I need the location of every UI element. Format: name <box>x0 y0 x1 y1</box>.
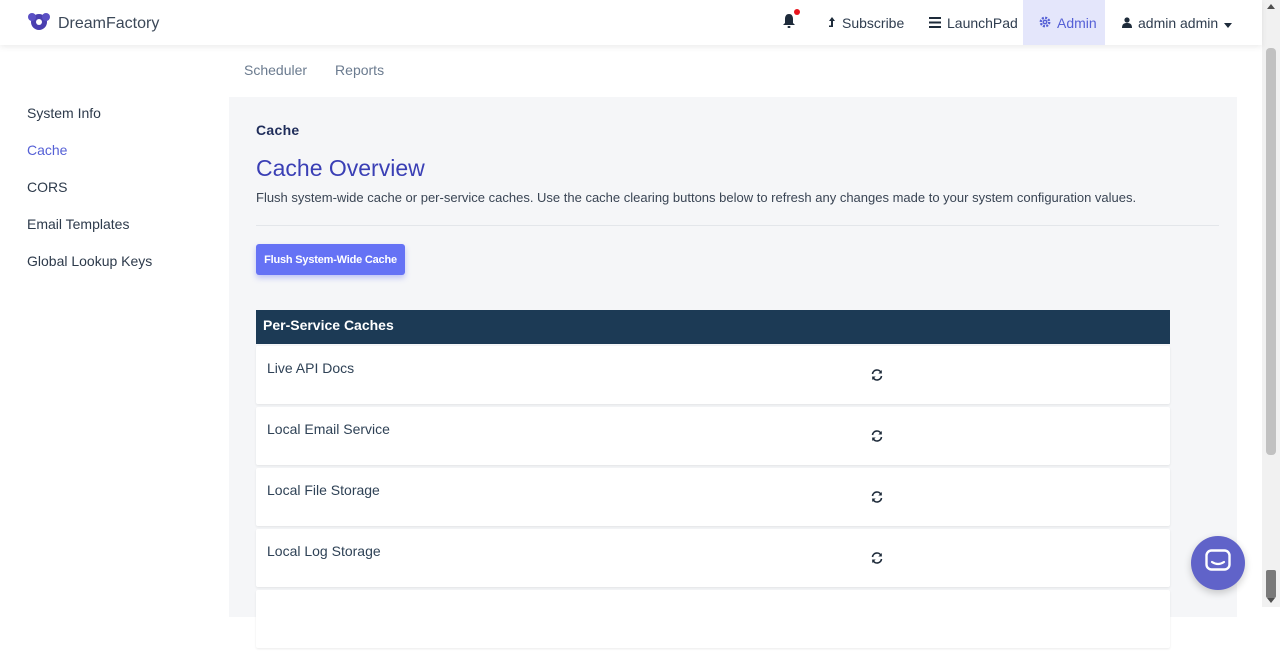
tab-reports[interactable]: Reports <box>335 62 384 78</box>
sidebar-item-global-lookup-keys[interactable]: Global Lookup Keys <box>27 253 152 290</box>
scroll-down-arrow[interactable] <box>1267 598 1275 603</box>
divider <box>256 225 1219 226</box>
gear-icon <box>1039 15 1051 31</box>
sidebar-item-system-info[interactable]: System Info <box>27 105 152 142</box>
refresh-icon[interactable] <box>869 489 885 505</box>
page-description: Flush system-wide cache or per-service c… <box>256 190 1137 205</box>
launchpad-link[interactable]: LaunchPad <box>929 0 1018 45</box>
service-cache-list: Live API Docs Local Email Service Local … <box>256 346 1170 651</box>
admin-link[interactable]: Admin <box>1023 0 1105 45</box>
service-row-partial <box>256 590 1170 648</box>
refresh-icon[interactable] <box>869 367 885 383</box>
scroll-thumb[interactable] <box>1266 48 1276 455</box>
cache-panel: Cache Cache Overview Flush system-wide c… <box>229 97 1237 648</box>
sidebar-item-email-templates[interactable]: Email Templates <box>27 216 152 253</box>
chat-icon <box>1205 548 1231 578</box>
subscribe-link[interactable]: Subscribe <box>828 0 904 45</box>
top-navbar: DreamFactory Subscribe LaunchPad Admin a… <box>0 0 1262 45</box>
service-name: Local Log Storage <box>267 543 381 559</box>
notifications-button[interactable] <box>774 0 804 45</box>
bars-icon <box>929 15 941 31</box>
flush-system-cache-button[interactable]: Flush System-Wide Cache <box>256 244 405 275</box>
config-sidebar: System Info Cache CORS Email Templates G… <box>27 105 152 290</box>
caret-down-icon <box>1224 15 1233 31</box>
tab-scheduler[interactable]: Scheduler <box>244 62 307 78</box>
service-name: Live API Docs <box>267 360 355 376</box>
bell-icon <box>782 13 796 32</box>
service-row: Live API Docs <box>256 346 1170 404</box>
user-name: admin admin <box>1138 14 1219 31</box>
brand-name: DreamFactory <box>58 14 160 32</box>
notification-badge <box>794 9 800 15</box>
scroll-thumb-secondary[interactable] <box>1266 570 1276 598</box>
subscribe-label: Subscribe <box>842 14 905 31</box>
service-row: Local File Storage <box>256 468 1170 526</box>
page-scrollbar[interactable] <box>1262 0 1280 607</box>
launchpad-label: LaunchPad <box>947 14 1018 31</box>
per-service-caches-header: Per-Service Caches <box>256 310 1170 344</box>
page-title: Cache Overview <box>256 155 425 181</box>
admin-label: Admin <box>1057 14 1097 31</box>
service-name: Local File Storage <box>267 482 380 498</box>
sidebar-item-cors[interactable]: CORS <box>27 179 152 216</box>
scroll-up-arrow[interactable] <box>1267 4 1275 9</box>
sub-tabs: Scheduler Reports <box>244 62 384 78</box>
service-row: Local Email Service <box>256 407 1170 465</box>
section-label: Cache <box>256 122 300 138</box>
brand[interactable]: DreamFactory <box>26 10 159 37</box>
refresh-icon[interactable] <box>869 428 885 444</box>
upload-arrow-icon <box>828 15 836 31</box>
user-icon <box>1122 15 1132 31</box>
chat-launcher-button[interactable] <box>1191 536 1245 590</box>
sidebar-item-cache[interactable]: Cache <box>27 142 152 179</box>
user-menu[interactable]: admin admin <box>1122 0 1233 45</box>
service-name: Local Email Service <box>267 421 390 437</box>
service-row: Local Log Storage <box>256 529 1170 587</box>
dreamfactory-logo-icon <box>26 10 52 37</box>
refresh-icon[interactable] <box>869 550 885 566</box>
